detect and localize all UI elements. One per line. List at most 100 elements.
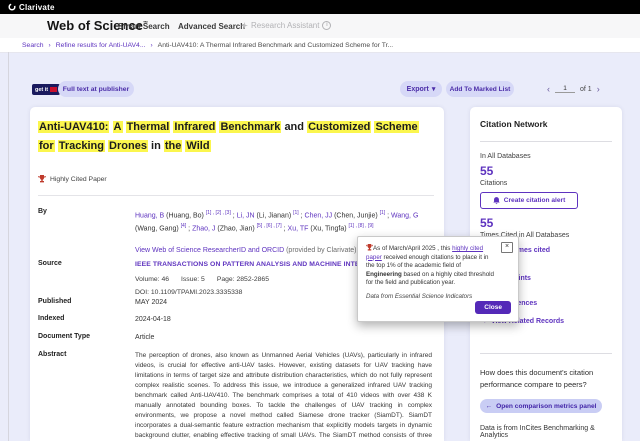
highly-cited-popup: × As of March/April 2025 , this highly c… — [357, 236, 519, 322]
author-affiliation-sup[interactable]: [1] , [2] , [3] — [206, 210, 231, 216]
clarivate-logo: Clarivate — [8, 3, 55, 12]
comparison-question: How does this document's citation perfor… — [480, 367, 612, 391]
create-citation-alert-button[interactable]: Create citation alert — [480, 192, 578, 209]
title-word: Scheme — [374, 121, 418, 133]
citation-network-heading: Citation Network — [480, 119, 612, 129]
times-cited-count: 55 — [480, 216, 612, 230]
author-affiliation-sup[interactable]: [1] — [293, 210, 299, 216]
author-link[interactable]: Xu, TF — [288, 226, 309, 233]
chevron-left-icon[interactable]: ‹ — [547, 84, 550, 94]
getit-red-icon — [50, 87, 57, 92]
researcher-id-link[interactable]: View Web of Science ResearcherID and ORC… — [135, 247, 284, 254]
citations-label: Citations — [480, 180, 612, 187]
pagination: ‹ 1 of 1 › — [547, 81, 600, 97]
title-word: Thermal — [126, 121, 171, 133]
pages: Page: 2852-2865 — [217, 275, 269, 285]
indexed-label: Indexed — [38, 315, 135, 325]
bell-icon — [493, 197, 500, 205]
by-label: By — [38, 208, 135, 256]
sparkle-icon — [241, 22, 248, 29]
title-word: for — [38, 140, 55, 152]
author-link[interactable]: Huang, B — [135, 212, 164, 219]
citations-count: 55 — [480, 164, 612, 178]
doctype-value: Article — [135, 333, 432, 343]
popup-close-icon[interactable]: × — [501, 242, 513, 253]
title-word: and — [284, 121, 304, 133]
nav-smart-search[interactable]: Smart Search — [118, 22, 170, 31]
title-word: Wild — [185, 140, 210, 152]
author-affiliation-sup[interactable]: [5] , [6] , [7] — [257, 223, 282, 229]
divider — [38, 195, 434, 196]
abstract-label: Abstract — [38, 351, 135, 441]
clarivate-logo-text: Clarivate — [19, 3, 55, 12]
in-all-databases-label: In All Databases — [480, 153, 612, 160]
published-label: Published — [38, 298, 135, 308]
esi-link[interactable]: Essential Science Indicators — [395, 293, 472, 300]
field-name: Engineering — [366, 271, 402, 278]
title-word: Benchmark — [219, 121, 281, 133]
researcher-note: (provided by Clarivate) — [286, 247, 356, 254]
web-of-science-page: Clarivate Web of Science™ Smart Search A… — [0, 0, 640, 441]
info-icon[interactable]: i — [322, 21, 331, 30]
abstract-row: Abstract The perception of drones, also … — [38, 351, 432, 441]
source-label: Source — [38, 260, 135, 298]
page-number-input[interactable]: 1 — [555, 85, 575, 93]
issue: Issue: 5 — [181, 275, 205, 285]
volume: Volume: 46 — [135, 275, 169, 285]
getit-badge[interactable]: get it — [32, 84, 60, 95]
author-affiliation-sup[interactable]: [1] , [8] , [9] — [349, 223, 374, 229]
breadcrumb: Search › Refine results for Anti-UAV4...… — [0, 38, 640, 53]
incites-note: Data is from InCites Benchmarking & Anal… — [480, 425, 612, 439]
popup-text: As of March/April 2025 , this highly cit… — [366, 244, 498, 288]
author-link[interactable]: Li, JN — [237, 212, 255, 219]
divider — [480, 353, 612, 354]
export-label: Export — [407, 86, 429, 93]
title-word: the — [164, 140, 183, 152]
highly-cited-label: Highly Cited Paper — [50, 176, 107, 183]
app-header: Web of Science™ Smart Search Advanced Se… — [0, 14, 640, 39]
chevron-right-icon[interactable]: › — [597, 84, 600, 94]
nav-advanced-search[interactable]: Advanced Search — [178, 22, 245, 31]
authors-line: Huang, B (Huang, Bo) [1] , [2] , [3] ; L… — [135, 208, 432, 235]
author-link[interactable]: Zhao, J — [192, 226, 215, 233]
author-affiliation-sup[interactable]: [1] — [380, 210, 386, 216]
breadcrumb-sep-icon: › — [49, 42, 51, 49]
title-word: Anti-UAV410: — [38, 121, 109, 133]
doctype-label: Document Type — [38, 333, 135, 343]
trophy-icon — [366, 244, 373, 251]
popup-data-source: Data from Essential Science Indicators — [366, 293, 498, 300]
getit-label: get it — [35, 87, 48, 93]
highly-cited-row: Highly Cited Paper — [38, 175, 107, 183]
breadcrumb-current: Anti-UAV410: A Thermal Infrared Benchmar… — [158, 42, 393, 49]
author-affiliation-sup[interactable]: [4] — [181, 223, 187, 229]
doctype-row: Document Type Article — [38, 333, 432, 343]
popup-close-button[interactable]: Close — [475, 301, 511, 314]
full-text-button[interactable]: Full text at publisher — [58, 81, 134, 97]
author-link[interactable]: Chen, JJ — [305, 212, 333, 219]
article-title: Anti-UAV410: A Thermal Infrared Benchmar… — [38, 118, 438, 156]
arrow-left-icon: ← — [486, 403, 493, 410]
title-word: A — [113, 121, 123, 133]
clarivate-topbar: Clarivate — [0, 0, 640, 14]
caret-down-icon: ▾ — [432, 85, 436, 93]
breadcrumb-sep-icon: › — [151, 42, 153, 49]
nav-research-assistant: Research Assistant i — [241, 21, 331, 30]
nav-assistant-label: Research Assistant — [251, 21, 319, 30]
add-to-marked-list-button[interactable]: Add To Marked List — [446, 81, 514, 97]
title-word: Tracking — [58, 140, 105, 152]
open-comparison-panel-button[interactable]: ← Open comparison metrics panel — [480, 399, 602, 413]
trophy-icon — [38, 175, 46, 183]
create-alert-label: Create citation alert — [504, 197, 566, 204]
page-of-label: of 1 — [580, 86, 592, 93]
title-word: Drones — [108, 140, 148, 152]
title-word: Infrared — [173, 121, 216, 133]
author-link[interactable]: Wang, G — [391, 212, 418, 219]
breadcrumb-refine[interactable]: Refine results for Anti-UAV4... — [56, 42, 146, 49]
breadcrumb-search[interactable]: Search — [22, 42, 44, 49]
title-word: in — [151, 140, 161, 152]
clarivate-swirl-icon — [8, 3, 16, 11]
left-divider — [8, 52, 9, 441]
export-button[interactable]: Export ▾ — [400, 81, 442, 97]
title-word: Customized — [307, 121, 371, 133]
open-panel-label: Open comparison metrics panel — [496, 403, 596, 410]
